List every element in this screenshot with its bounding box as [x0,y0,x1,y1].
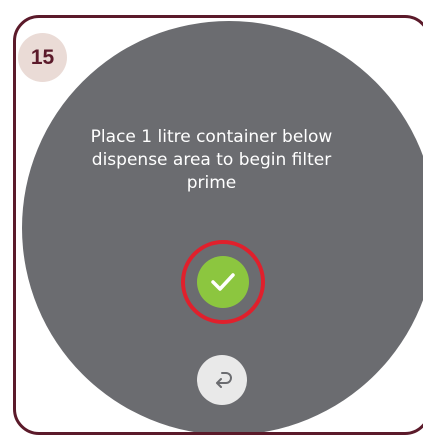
instruction-line-3: prime [186,173,237,193]
highlight-ring [181,240,265,324]
return-arrow-icon [216,372,232,388]
confirm-button[interactable] [197,256,249,308]
instruction-line-1: Place 1 litre container below [90,127,333,147]
instruction-line-2: dispense area to begin filter [91,150,332,170]
check-icon [211,273,235,291]
instruction-text: Place 1 litre container below dispense a… [0,126,423,195]
back-button[interactable] [197,355,247,405]
step-number-badge: 15 [18,33,67,82]
step-number: 15 [30,45,55,69]
